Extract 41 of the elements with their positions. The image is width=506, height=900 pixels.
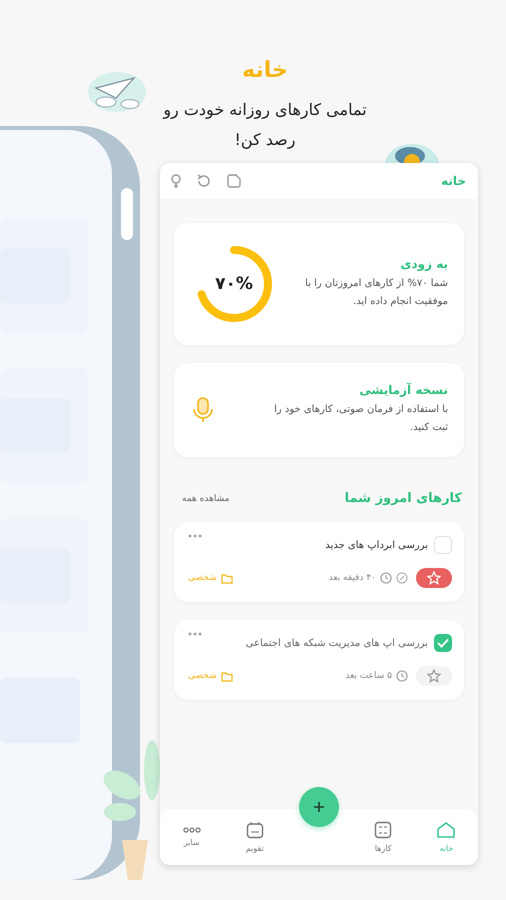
nav-tab[interactable]: کارها	[359, 821, 408, 853]
task-time: ۵ ساعت بعد	[345, 671, 392, 681]
task-title: بررسی اپ های مدیریت شبکه های اجتماعی	[246, 638, 428, 648]
lightbulb-icon[interactable]	[170, 173, 182, 189]
calendar-icon	[246, 821, 264, 839]
home-icon	[436, 821, 456, 839]
task-checkbox[interactable]	[434, 634, 452, 652]
more-icon[interactable]	[188, 534, 202, 538]
task-title: بررسی ابرداپ های جدید	[325, 540, 428, 550]
add-button[interactable]	[299, 787, 340, 827]
nav-tab[interactable]: سایر	[168, 827, 216, 847]
clock-icon	[380, 572, 392, 584]
nav-tab[interactable]: تقویم	[230, 821, 279, 853]
star-toggle[interactable]	[416, 666, 452, 686]
card-text: شما ۷۰% از کارهای امروزتان را با موفقیت انجام داده اید.	[304, 277, 448, 309]
star-toggle[interactable]	[416, 568, 452, 588]
star-icon	[427, 571, 441, 585]
plus-icon	[313, 801, 326, 813]
grid-icon	[374, 821, 392, 839]
refresh-icon[interactable]	[196, 173, 212, 189]
note-icon[interactable]	[226, 173, 242, 189]
task-time: ۴۰ دقیقه بعد	[328, 573, 376, 583]
folder-icon	[220, 572, 233, 584]
section-title: کارهای امروز شما	[344, 491, 462, 506]
task-category: شخصی	[188, 671, 217, 681]
screen-title: خانه	[441, 174, 466, 188]
folder-icon	[220, 670, 233, 682]
star-icon	[427, 669, 441, 683]
progress-reading: ۷۰%	[215, 274, 253, 294]
card-title: نسخه آزمایشی	[358, 383, 448, 397]
card-title: به زودی	[400, 257, 448, 271]
see-all-link[interactable]: مشاهده همه	[182, 494, 230, 504]
microphone-icon[interactable]	[192, 396, 214, 424]
hero-subtitle: تمامی کارهای روزانه خودت رو رصد کن!	[162, 99, 368, 151]
more-icon	[182, 827, 201, 833]
card-text: با استفاده از فرمان صوتی، کارهای خود را ثبت کنید.	[273, 403, 448, 435]
task-category: شخصی	[188, 573, 217, 583]
task-checkbox[interactable]	[434, 536, 452, 554]
more-icon[interactable]	[188, 632, 202, 636]
clock-icon	[396, 670, 408, 682]
hero-title: خانه	[242, 58, 288, 83]
